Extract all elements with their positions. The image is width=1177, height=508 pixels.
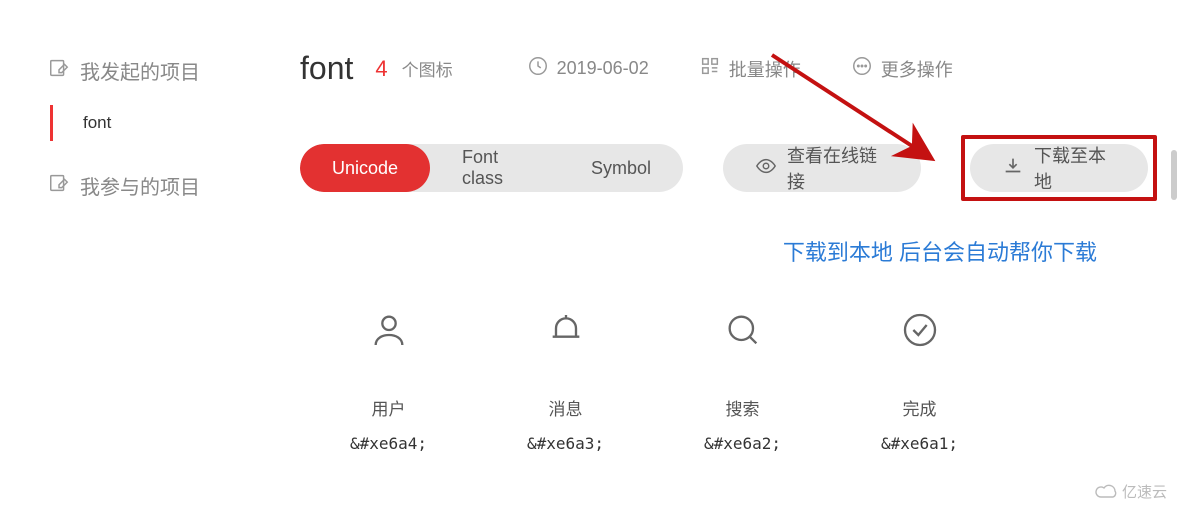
download-highlight: 下载至本地 <box>961 135 1157 201</box>
pencil-icon <box>48 57 70 85</box>
batch-operations[interactable]: 批量操作 <box>699 55 801 82</box>
icon-name: 用户 <box>372 395 406 420</box>
annotation-text: 下载到本地 后台会自动帮你下载 <box>300 235 1157 267</box>
sidebar-section-label: 我参与的项目 <box>80 171 200 200</box>
grid-icon <box>699 55 721 82</box>
icon-card-search[interactable]: 搜索 &#xe6a2; <box>654 305 831 453</box>
check-circle-icon <box>900 305 940 355</box>
download-local-button[interactable]: 下载至本地 <box>970 144 1148 192</box>
project-date: 2019-06-02 <box>527 55 649 82</box>
icon-count: 4 <box>375 56 387 82</box>
icon-code: &#xe6a1; <box>881 434 958 453</box>
sidebar: 我发起的项目 font 我参与的项目 <box>48 56 248 220</box>
view-link-label: 查看在线链接 <box>787 142 889 194</box>
project-header: font 4 个图标 2019-06-02 批量操作 更多操作 <box>300 50 1157 87</box>
icon-code: &#xe6a4; <box>350 434 427 453</box>
icons-grid: 用户 &#xe6a4; 消息 &#xe6a3; 搜索 &#xe6a2; 完成 &… <box>300 305 1157 453</box>
more-icon <box>851 55 873 82</box>
sidebar-section-started[interactable]: 我发起的项目 <box>48 56 248 85</box>
search-icon <box>723 305 763 355</box>
icon-code: &#xe6a3; <box>527 434 604 453</box>
date-label: 2019-06-02 <box>557 58 649 79</box>
watermark-text: 亿速云 <box>1122 481 1167 502</box>
more-label: 更多操作 <box>881 56 953 82</box>
icon-name: 完成 <box>903 395 937 420</box>
sidebar-section-label: 我发起的项目 <box>80 56 200 85</box>
view-online-link-button[interactable]: 查看在线链接 <box>723 144 921 192</box>
format-tabs: Unicode Font class Symbol <box>300 144 683 192</box>
watermark: 亿速云 <box>1094 481 1167 502</box>
tab-unicode[interactable]: Unicode <box>300 144 430 192</box>
sidebar-section-joined[interactable]: 我参与的项目 <box>48 171 248 200</box>
download-icon <box>1002 155 1024 182</box>
icon-card-user[interactable]: 用户 &#xe6a4; <box>300 305 477 453</box>
pencil-icon <box>48 172 70 200</box>
actions-row: Unicode Font class Symbol 查看在线链接 下载至本地 <box>300 135 1157 201</box>
eye-icon <box>755 155 777 182</box>
sidebar-item-label: font <box>83 113 111 132</box>
tab-fontclass[interactable]: Font class <box>430 144 559 192</box>
icon-name: 搜索 <box>726 395 760 420</box>
project-title: font <box>300 50 353 87</box>
user-icon <box>369 305 409 355</box>
bell-icon <box>546 305 586 355</box>
more-operations[interactable]: 更多操作 <box>851 55 953 82</box>
sidebar-item-font[interactable]: font <box>50 105 248 141</box>
download-label: 下载至本地 <box>1034 142 1116 194</box>
icon-code: &#xe6a2; <box>704 434 781 453</box>
scrollbar[interactable] <box>1171 150 1177 200</box>
tab-symbol[interactable]: Symbol <box>559 144 683 192</box>
icon-name: 消息 <box>549 395 583 420</box>
icon-count-suffix: 个图标 <box>402 56 453 81</box>
clock-icon <box>527 55 549 82</box>
main-area: font 4 个图标 2019-06-02 批量操作 更多操作 Unicode … <box>300 50 1157 453</box>
batch-label: 批量操作 <box>729 56 801 82</box>
icon-card-done[interactable]: 完成 &#xe6a1; <box>831 305 1008 453</box>
icon-card-message[interactable]: 消息 &#xe6a3; <box>477 305 654 453</box>
